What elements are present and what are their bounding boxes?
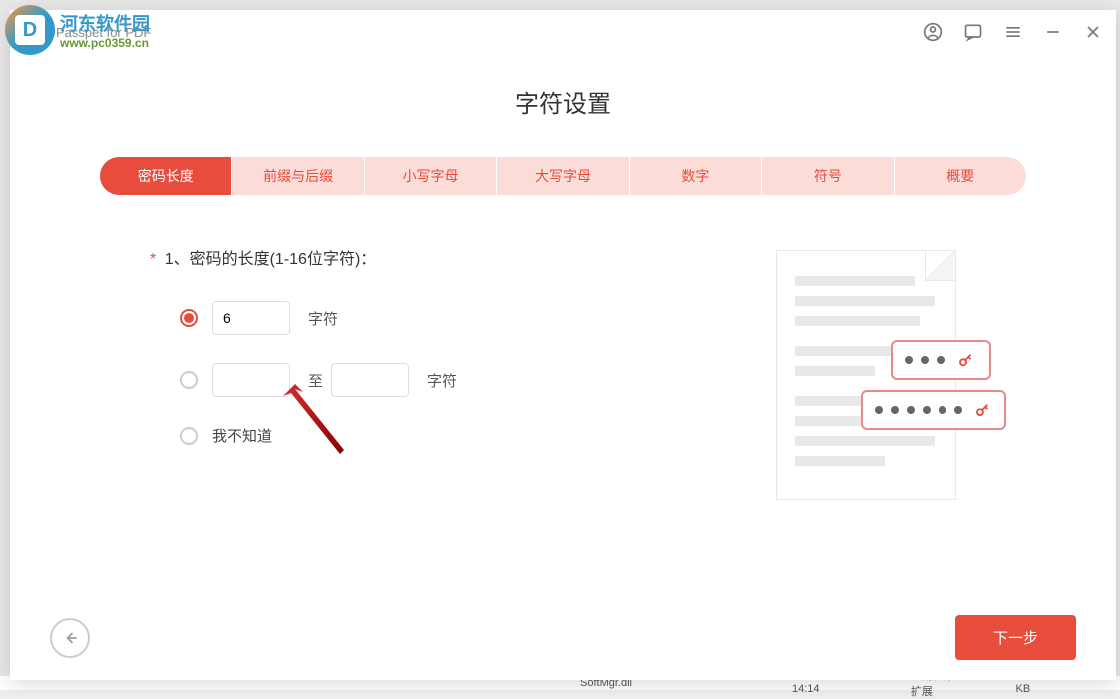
titlebar: Passpet for PDF xyxy=(10,10,1116,54)
tab-password-length[interactable]: 密码长度 xyxy=(100,157,231,195)
illustration xyxy=(776,250,976,515)
key-icon xyxy=(974,401,992,419)
tab-symbols[interactable]: 符号 xyxy=(762,157,893,195)
page-title: 字符设置 xyxy=(50,84,1076,119)
tab-bar: 密码长度 前缀与后缀 小写字母 大写字母 数字 符号 概要 xyxy=(50,157,1076,195)
range-to-input[interactable] xyxy=(331,363,409,397)
watermark-logo: 河东软件园 www.pc0359.cn xyxy=(5,5,150,55)
to-label: 至 xyxy=(308,370,323,391)
tab-lowercase[interactable]: 小写字母 xyxy=(365,157,496,195)
tab-prefix-suffix[interactable]: 前缀与后缀 xyxy=(232,157,363,195)
next-button[interactable]: 下一步 xyxy=(955,615,1076,660)
unknown-label: 我不知道 xyxy=(212,425,272,446)
minimize-button[interactable] xyxy=(1042,21,1064,43)
option-unknown: 我不知道 xyxy=(180,425,696,446)
tab-summary[interactable]: 概要 xyxy=(895,157,1026,195)
unit-label-2: 字符 xyxy=(427,370,457,391)
back-button[interactable] xyxy=(50,618,90,658)
range-from-input[interactable] xyxy=(212,363,290,397)
unit-label: 字符 xyxy=(308,308,338,329)
question-label: * 1、密码的长度(1-16位字符)： xyxy=(150,245,696,269)
app-window: Passpet for PDF xyxy=(10,10,1116,680)
close-button[interactable] xyxy=(1082,21,1104,43)
required-mark: * xyxy=(150,251,156,268)
exact-length-input[interactable] xyxy=(212,301,290,335)
option-range-length: 至 字符 xyxy=(180,363,696,397)
menu-icon[interactable] xyxy=(1002,21,1024,43)
option-exact-length: 字符 xyxy=(180,301,696,335)
key-icon xyxy=(957,351,975,369)
radio-exact[interactable] xyxy=(180,309,198,327)
user-icon[interactable] xyxy=(922,21,944,43)
radio-unknown[interactable] xyxy=(180,427,198,445)
feedback-icon[interactable] xyxy=(962,21,984,43)
tab-numbers[interactable]: 数字 xyxy=(630,157,761,195)
radio-range[interactable] xyxy=(180,371,198,389)
app-title: Passpet for PDF xyxy=(56,25,922,40)
tab-uppercase[interactable]: 大写字母 xyxy=(497,157,628,195)
